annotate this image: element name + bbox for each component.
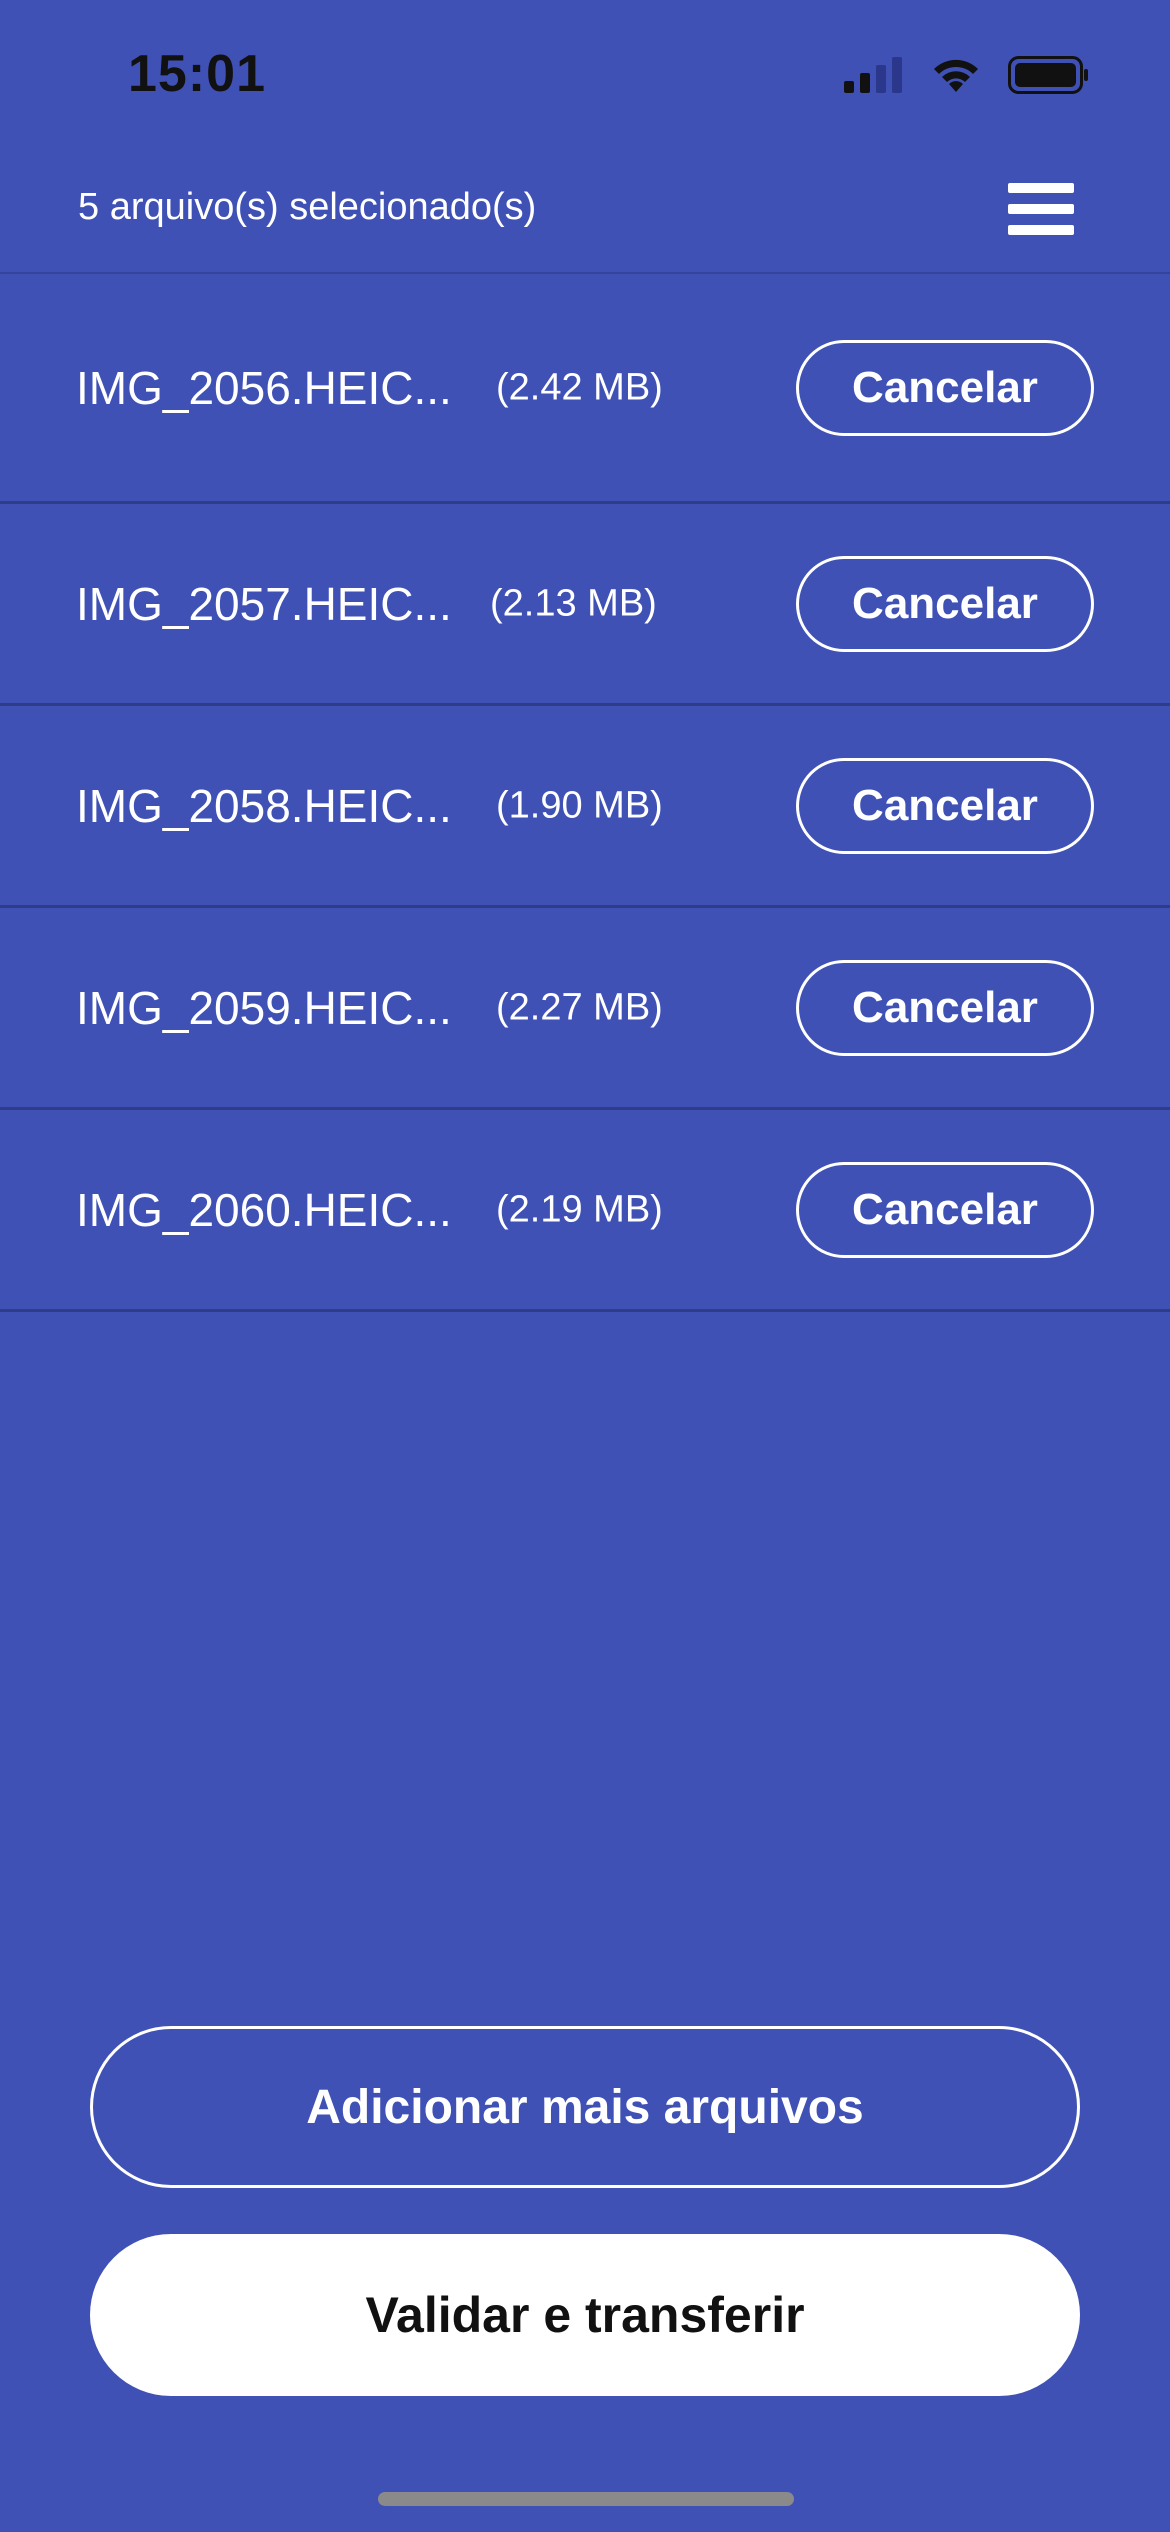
- file-size: (2.13 MB): [490, 582, 657, 624]
- header: 5 arquivo(s) selecionado(s): [0, 150, 1170, 274]
- cancel-button[interactable]: Cancelar: [796, 339, 1094, 436]
- home-indicator[interactable]: [378, 2492, 794, 2506]
- menu-bar: [1008, 225, 1074, 235]
- file-row: IMG_2060.HEIC... (2.19 MB) Cancelar: [0, 1110, 1170, 1312]
- file-size: (2.27 MB): [496, 986, 663, 1028]
- status-time: 15:01: [128, 45, 266, 103]
- file-name: IMG_2056.HEIC...: [76, 361, 452, 414]
- wifi-icon: [934, 59, 978, 92]
- file-size: (1.90 MB): [496, 784, 663, 826]
- file-row: IMG_2059.HEIC... (2.27 MB) Cancelar: [0, 908, 1170, 1110]
- menu-bar: [1008, 204, 1074, 214]
- file-row: IMG_2058.HEIC... (1.90 MB) Cancelar: [0, 706, 1170, 908]
- file-name: IMG_2058.HEIC...: [76, 779, 452, 832]
- cellular-signal-icon: [844, 57, 902, 93]
- file-size: (2.42 MB): [496, 366, 663, 408]
- file-name: IMG_2060.HEIC...: [76, 1183, 452, 1236]
- status-bar: 15:01: [0, 0, 1170, 150]
- file-size: (2.19 MB): [496, 1188, 663, 1230]
- cancel-button[interactable]: Cancelar: [796, 1161, 1094, 1258]
- hamburger-menu-icon[interactable]: [1008, 174, 1078, 244]
- cancel-button[interactable]: Cancelar: [796, 959, 1094, 1056]
- file-name: IMG_2057.HEIC...: [76, 577, 452, 630]
- file-row: IMG_2057.HEIC... (2.13 MB) Cancelar: [0, 504, 1170, 706]
- menu-bar: [1008, 183, 1074, 193]
- selected-files-count: 5 arquivo(s) selecionado(s): [78, 186, 537, 228]
- file-row: IMG_2056.HEIC... (2.42 MB) Cancelar: [0, 274, 1170, 504]
- file-list: IMG_2056.HEIC... (2.42 MB) Cancelar IMG_…: [0, 274, 1170, 1312]
- status-icons: [844, 56, 1090, 94]
- file-name: IMG_2059.HEIC...: [76, 981, 452, 1034]
- battery-icon: [1008, 56, 1088, 94]
- add-more-files-button[interactable]: Adicionar mais arquivos: [90, 2026, 1080, 2188]
- cancel-button[interactable]: Cancelar: [796, 555, 1094, 652]
- validate-transfer-button[interactable]: Validar e transferir: [90, 2234, 1080, 2396]
- cancel-button[interactable]: Cancelar: [796, 757, 1094, 854]
